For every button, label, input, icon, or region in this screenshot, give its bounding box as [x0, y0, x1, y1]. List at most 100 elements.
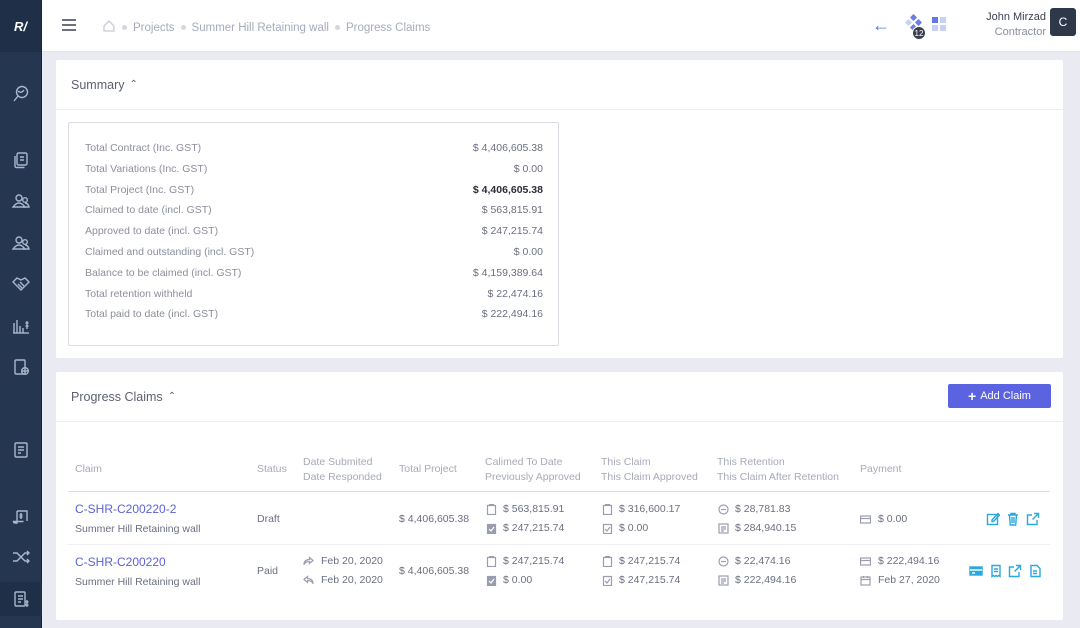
home-icon[interactable] [102, 19, 116, 36]
chevron-up-icon[interactable]: ⌃ [129, 79, 137, 90]
breadcrumb: Projects Summer Hill Retaining wall Prog… [102, 19, 430, 36]
chart-dollar-icon [13, 320, 29, 334]
back-arrow-icon[interactable]: ← [872, 15, 890, 36]
summary-label: Total Variations (Inc. GST) [85, 162, 208, 175]
breadcrumb-projects[interactable]: Projects [133, 22, 175, 34]
summary-value: $ 247,215.74 [481, 225, 543, 238]
shuffle-icon [13, 550, 30, 564]
external-link-icon[interactable] [1008, 564, 1022, 578]
sidebar-item-payments[interactable] [0, 500, 42, 534]
sidebar-item-variations[interactable] [0, 540, 42, 574]
clipboard-check-outline-icon [602, 523, 613, 534]
avatar[interactable]: C [1050, 8, 1076, 36]
summary-label: Total paid to date (incl. GST) [85, 308, 219, 321]
document-icon[interactable] [1028, 564, 1042, 578]
summary-title: Summary [71, 77, 125, 92]
col-header-payment: Payment [860, 463, 902, 475]
date-responded: Feb 20, 2020 [303, 574, 383, 586]
add-claim-button[interactable]: + Add Claim [948, 384, 1051, 408]
previously-approved: $ 247,215.74 [486, 522, 564, 534]
col-header-claimed-to-date: Calimed To Date Previously Approved [485, 455, 581, 485]
clipboard-check-icon [486, 575, 497, 586]
sidebar-item-tablet[interactable] [0, 350, 42, 384]
sidebar-item-progress-claims[interactable] [0, 582, 42, 616]
credit-card-icon [859, 514, 872, 525]
this-claim: $ 247,215.74 [602, 555, 680, 567]
app-logo[interactable]: R/ [0, 0, 41, 52]
sidebar-item-finance-chart[interactable] [0, 309, 42, 343]
summary-header[interactable]: Summary ⌃ [56, 60, 1063, 110]
claims-title: Progress Claims [71, 389, 163, 404]
reply-icon [303, 574, 315, 586]
claimed-to-date: $ 563,815.91 [486, 503, 564, 515]
header-line: Previously Approved [485, 471, 581, 483]
sidebar-item-contracts[interactable] [0, 267, 42, 301]
breadcrumb-project[interactable]: Summer Hill Retaining wall [192, 22, 329, 34]
summary-label: Claimed and outstanding (incl. GST) [85, 245, 255, 258]
header-actions: ← 12 John Mirzad Contractor C [850, 0, 1080, 52]
chevron-up-icon[interactable]: ⌃ [168, 391, 176, 402]
header-line: This Retention [717, 456, 785, 468]
summary-row: Total Contract (Inc. GST) $ 4,406,605.38 [69, 138, 558, 159]
this-claim: $ 316,600.17 [602, 503, 680, 515]
summary-label: Total retention withheld [85, 287, 193, 300]
receipt-icon[interactable] [989, 564, 1003, 578]
value: $ 247,215.74 [503, 522, 565, 534]
summary-value: $ 0.00 [513, 245, 543, 258]
value: $ 0.00 [503, 574, 533, 586]
trash-icon[interactable] [1006, 512, 1020, 526]
clipboard-check-icon [486, 523, 497, 534]
external-link-icon[interactable] [1026, 512, 1040, 526]
summary-row: Total Variations (Inc. GST) $ 0.00 [69, 159, 558, 180]
clipboard-icon [486, 555, 497, 567]
sidebar-item-documents[interactable] [0, 143, 42, 177]
sidebar-item-users[interactable] [0, 184, 42, 218]
value: $ 247,215.74 [503, 555, 565, 567]
header-line: This Claim Approved [601, 471, 698, 483]
credit-card-icon[interactable] [969, 564, 983, 578]
apps-grid-icon[interactable] [932, 17, 946, 31]
this-retention: $ 22,474.16 [718, 555, 790, 567]
summary-value: $ 4,406,605.38 [472, 142, 543, 154]
summary-value: $ 563,815.91 [481, 204, 543, 217]
summary-row: Total Project (Inc. GST) $ 4,406,605.38 [69, 180, 558, 201]
claimed-to-date: $ 247,215.74 [486, 555, 564, 567]
header-line: This Claim After Retention [717, 471, 839, 483]
claim-id-link[interactable]: C-SHR-C200220-2 [75, 502, 176, 516]
col-header-status: Status [257, 463, 287, 475]
handshake-icon [12, 277, 30, 291]
payment: $ 0.00 [859, 513, 907, 525]
summary-value: $ 22,474.16 [487, 287, 543, 300]
user-name: John Mirzad [986, 11, 1046, 23]
claims-header[interactable]: Progress Claims ⌃ [56, 372, 1063, 422]
header-line: Date Submited [303, 456, 373, 468]
documents-icon [14, 152, 28, 169]
value: $ 28,781.83 [735, 503, 791, 515]
ledger-icon [14, 442, 28, 458]
summary-label: Approved to date (incl. GST) [85, 225, 219, 238]
payment-date: Feb 27, 2020 [860, 574, 940, 586]
sidebar-item-ledger[interactable] [0, 433, 42, 467]
sidebar: R/ [0, 0, 42, 628]
menu-toggle-icon[interactable] [62, 19, 76, 31]
col-header-claim: Claim [75, 463, 102, 475]
summary-row: Total paid to date (incl. GST) $ 222,494.… [69, 304, 558, 325]
minus-circle-icon [718, 503, 729, 515]
forward-icon [303, 555, 315, 567]
sidebar-item-team[interactable] [0, 226, 42, 260]
search-map-icon [13, 85, 29, 102]
summary-row: Total retention withheld $ 22,474.16 [69, 284, 558, 305]
value: $ 222,494.16 [735, 574, 797, 586]
breadcrumb-separator [334, 25, 340, 30]
summary-value: $ 4,159,389.64 [472, 266, 543, 279]
claim-status: Paid [257, 565, 279, 577]
edit-icon[interactable] [986, 512, 1001, 526]
credit-card-icon [859, 556, 872, 567]
breadcrumb-separator [180, 25, 186, 30]
value: Feb 20, 2020 [321, 574, 383, 586]
claim-id-link[interactable]: C-SHR-C200220 [75, 555, 166, 569]
user-role: Contractor [994, 26, 1046, 38]
clipboard-icon [486, 503, 497, 515]
value: Feb 27, 2020 [878, 574, 940, 586]
sidebar-item-search-map[interactable] [0, 77, 42, 111]
